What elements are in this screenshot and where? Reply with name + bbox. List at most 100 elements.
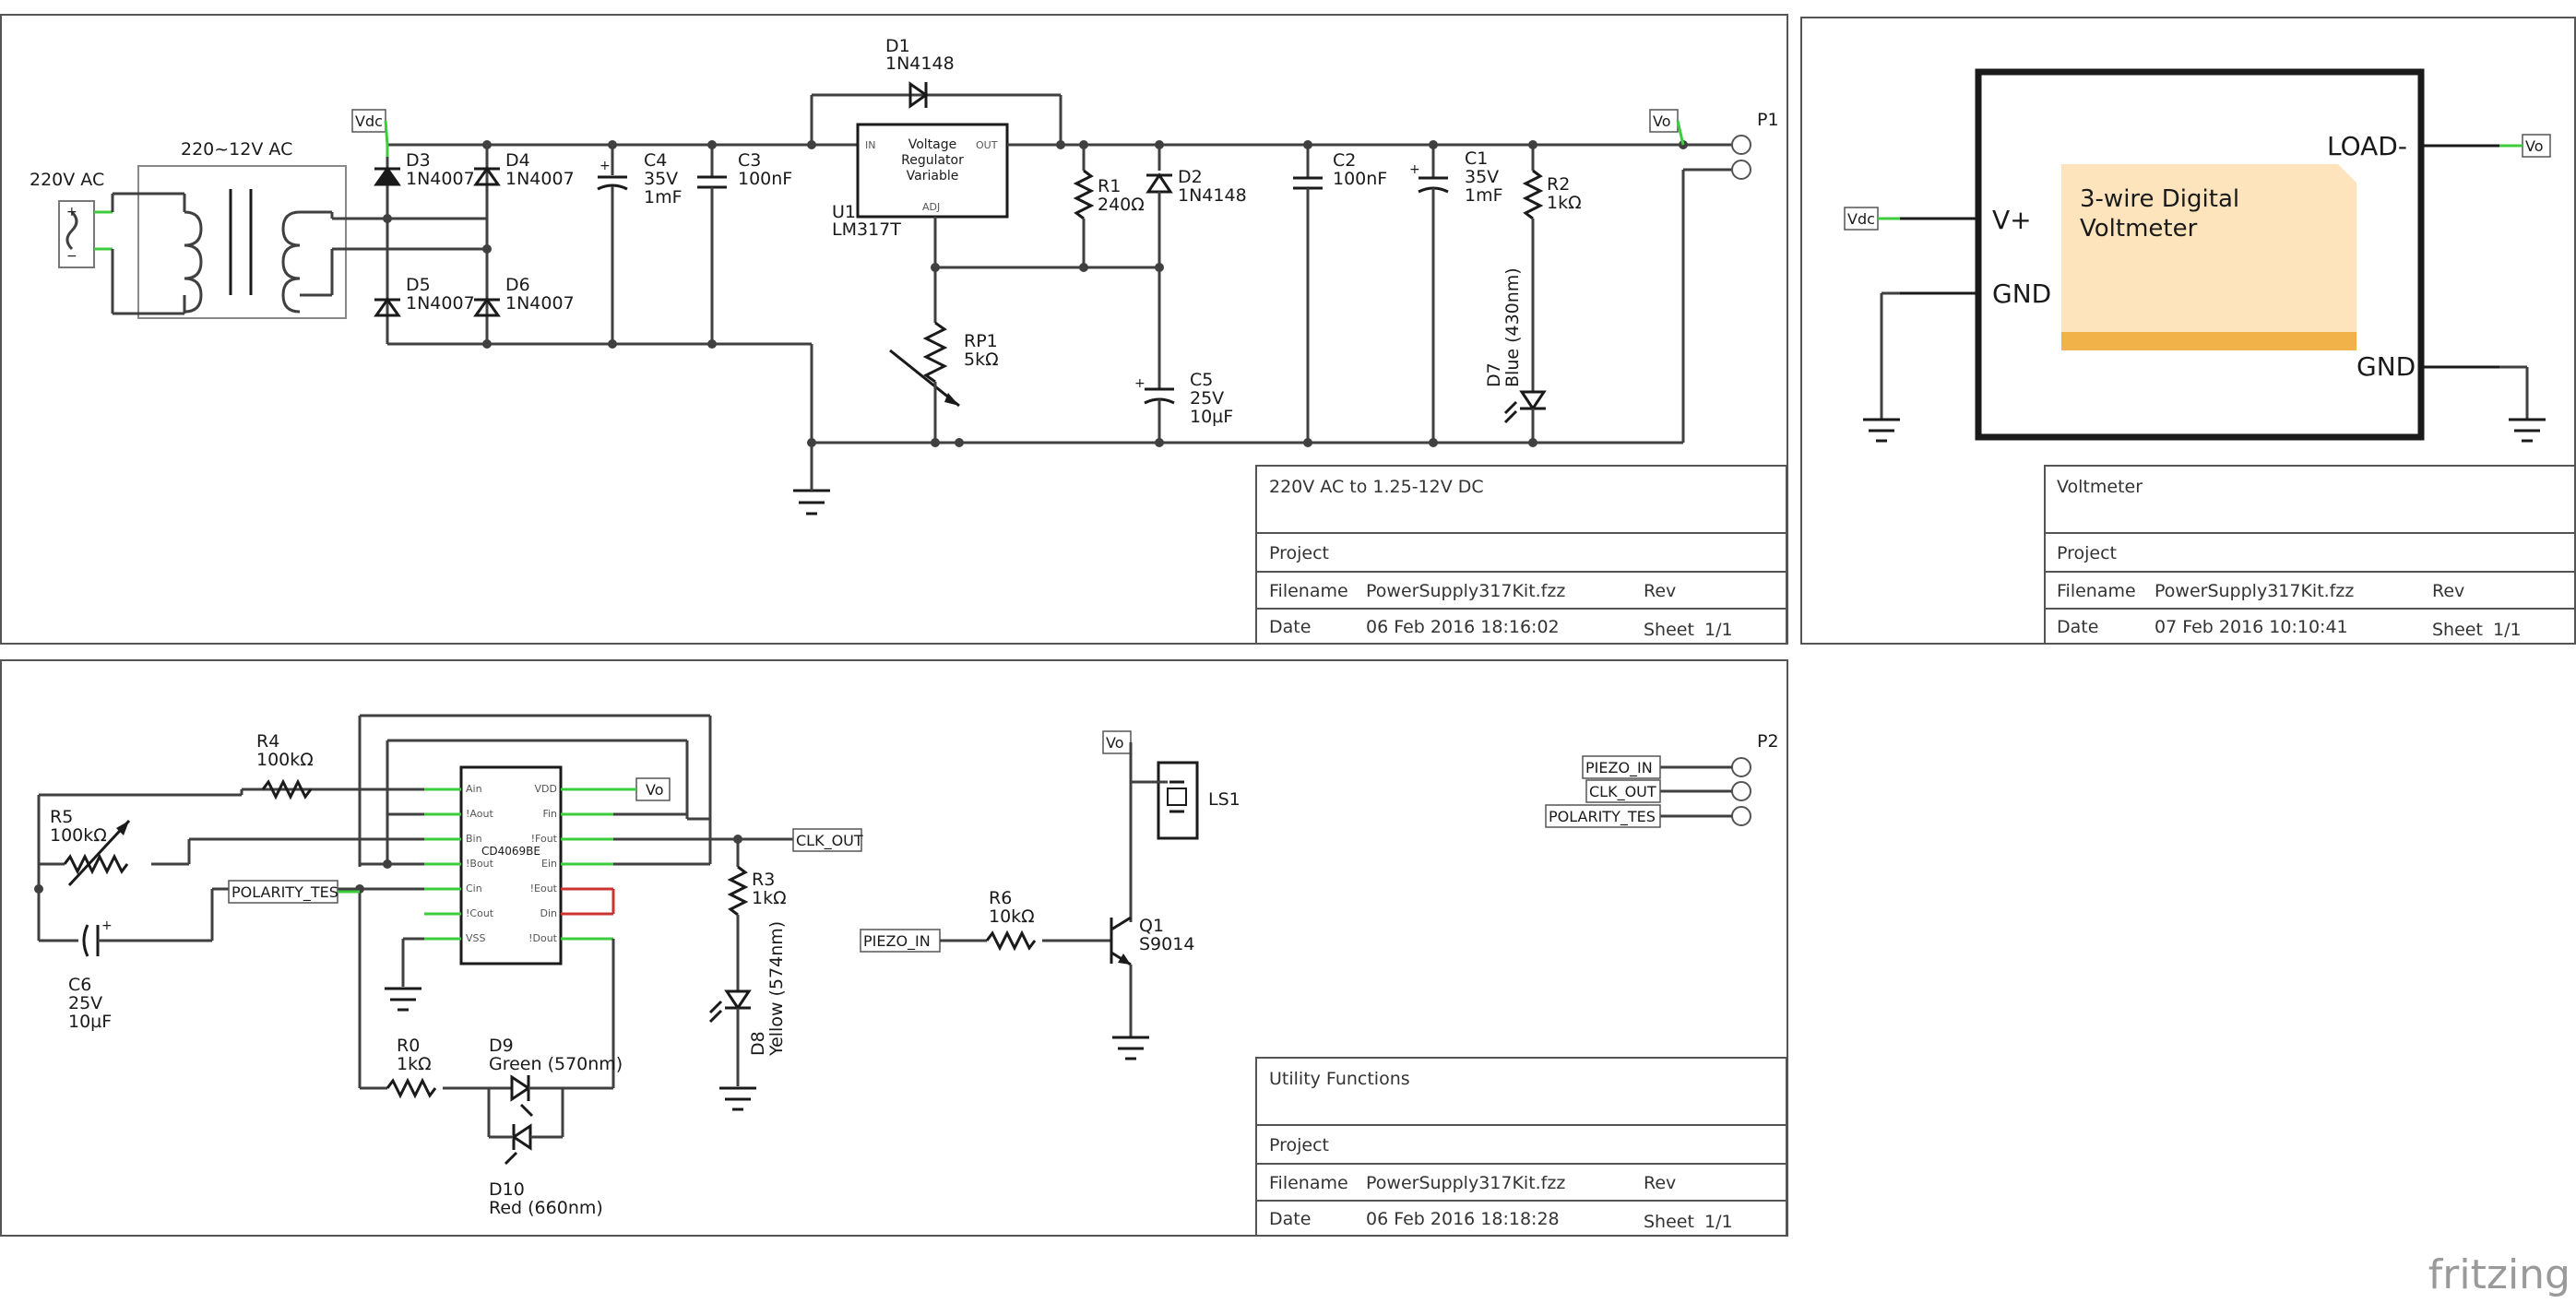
svg-text:Vdc: Vdc <box>355 113 383 130</box>
r3-resistor-icon <box>727 865 749 917</box>
net-label-vdc: Vdc <box>1844 207 1900 231</box>
label-d3v: 1N4007 <box>406 169 475 189</box>
label-c6: C6 <box>68 975 91 995</box>
tb-filename-label: Filename <box>2057 581 2136 601</box>
label-d4: D4 <box>505 150 530 171</box>
tb-rev-label: Rev <box>1644 1173 1676 1193</box>
ac-plug-icon: + − <box>58 200 113 268</box>
label-q1: Q1 <box>1139 916 1164 936</box>
svg-text:Fin: Fin <box>542 808 557 820</box>
ground-icon <box>385 987 421 1012</box>
voltmeter-note: 3-wire Digital Voltmeter <box>2061 164 2356 350</box>
label-c1v1: 35V <box>1465 167 1499 187</box>
tb-sheet: 1/1 <box>2493 620 2522 640</box>
net-label-p2-piezo-in: PIEZO_IN <box>1582 755 1661 779</box>
ls1-piezo-icon <box>1131 761 1199 840</box>
label-gnd-right: GND <box>2356 351 2416 382</box>
tb-rev-label: Rev <box>1644 581 1676 601</box>
r1-resistor-icon <box>1073 145 1095 267</box>
svg-text:VDD: VDD <box>535 783 557 795</box>
c4-capacitor-icon: + <box>597 145 628 344</box>
svg-text:+: + <box>1409 162 1420 177</box>
tb-date-label: Date <box>1269 617 1311 637</box>
c6-capacitor-icon: + <box>82 918 113 957</box>
label-c2v: 100nF <box>1333 169 1387 189</box>
svg-text:Cin: Cin <box>466 882 482 894</box>
label-r4v: 100kΩ <box>256 750 314 770</box>
tb-sheet: 1/1 <box>1704 1212 1733 1232</box>
label-d10v: Red (660nm) <box>489 1198 603 1218</box>
c5-capacitor-icon: + <box>1134 267 1175 443</box>
label-gnd-left: GND <box>1992 278 2051 309</box>
r0-resistor-icon <box>386 1077 437 1099</box>
svg-text:!Eout: !Eout <box>530 882 558 894</box>
ground-icon <box>2509 418 2546 443</box>
tb-filename-label: Filename <box>1269 581 1348 601</box>
svg-text:Vo: Vo <box>1106 734 1124 752</box>
tb-rev-label: Rev <box>2432 581 2464 601</box>
label-d2v: 1N4148 <box>1178 185 1247 206</box>
voltmeter-schematic: 3-wire Digital Voltmeter V+ GND LOAD- GN… <box>1844 68 2551 443</box>
label-c5v1: 25V <box>1190 388 1224 409</box>
label-c6v1: 25V <box>68 993 102 1013</box>
p2-connector-icon <box>1660 757 1751 826</box>
tb-sheet: 1/1 <box>1704 620 1733 640</box>
svg-text:Voltmeter: Voltmeter <box>2080 215 2198 243</box>
label-r1: R1 <box>1098 176 1121 196</box>
net-label-p2-polarity-tes: POLARITY_TES <box>1545 804 1661 828</box>
tb-filename: PowerSupply317Kit.fzz <box>1366 581 1565 601</box>
c3-capacitor-icon <box>697 145 727 344</box>
label-transformer: 220~12V AC <box>181 139 292 160</box>
label-r4: R4 <box>256 731 279 752</box>
svg-text:Variable: Variable <box>907 169 959 184</box>
net-label-vo: Vo <box>2499 134 2551 158</box>
transformer-icon <box>111 165 347 319</box>
svg-text:−: − <box>66 249 77 264</box>
svg-text:+: + <box>599 159 611 173</box>
label-r0v: 1kΩ <box>397 1054 432 1074</box>
svg-text:PIEZO_IN: PIEZO_IN <box>863 932 931 951</box>
tb-sheet-label: Sheet <box>1644 620 1694 640</box>
tb-filename-label: Filename <box>1269 1173 1348 1193</box>
svg-text:Vo: Vo <box>2525 137 2544 155</box>
label-vplus: V+ <box>1992 205 2032 235</box>
label-c1v2: 1mF <box>1465 185 1503 206</box>
svg-text:CD4069BE: CD4069BE <box>481 845 540 858</box>
label-c4: C4 <box>644 150 667 171</box>
tb-filename: PowerSupply317Kit.fzz <box>2155 581 2354 601</box>
svg-text:Ain: Ain <box>466 783 482 795</box>
tb-project-label: Project <box>2057 543 2117 563</box>
label-r3v: 1kΩ <box>752 888 787 908</box>
d2-diode-icon <box>1146 145 1173 267</box>
net-label-p2-clk-out: CLK_OUT <box>1585 779 1661 803</box>
svg-text:3-wire Digital: 3-wire Digital <box>2080 185 2239 213</box>
r6-resistor-icon <box>985 930 1037 952</box>
utility-title-block: Utility Functions Project Filename Power… <box>1255 1057 1787 1237</box>
tb-project-label: Project <box>1269 1135 1329 1155</box>
label-d9: D9 <box>489 1036 514 1056</box>
label-c4v1: 35V <box>644 169 678 189</box>
svg-text:CLK_OUT: CLK_OUT <box>796 832 863 850</box>
tb-title: 220V AC to 1.25-12V DC <box>1269 477 1484 497</box>
rp1-potentiometer-icon <box>889 321 960 408</box>
q1-transistor-icon <box>1110 916 1132 966</box>
svg-text:OUT: OUT <box>976 139 998 151</box>
label-d5v: 1N4007 <box>406 293 475 314</box>
svg-text:IN: IN <box>865 139 875 151</box>
tb-date-label: Date <box>1269 1209 1311 1229</box>
svg-text:+: + <box>66 205 77 219</box>
utility-schematic: CD4069BE Ain !Aout Bin !Bout Cin !Cout V… <box>34 714 1779 1218</box>
label-rp1: RP1 <box>964 331 998 351</box>
tb-title: Voltmeter <box>2057 477 2143 497</box>
r2-resistor-icon <box>1522 145 1544 392</box>
svg-text:!Aout: !Aout <box>466 808 493 820</box>
tb-sheet-label: Sheet <box>1644 1212 1694 1232</box>
svg-text:Ein: Ein <box>541 858 557 870</box>
ground-icon <box>719 1086 756 1111</box>
power-supply-schematic: 220V AC + − 220~12V AC D3 1N4007 D4 1N40… <box>30 36 1779 515</box>
label-d5: D5 <box>406 275 431 295</box>
svg-text:VSS: VSS <box>466 932 486 944</box>
svg-text:PIEZO_IN: PIEZO_IN <box>1585 759 1653 777</box>
label-r5: R5 <box>50 807 73 827</box>
net-label-polarity-tes: POLARITY_TES <box>228 880 360 904</box>
